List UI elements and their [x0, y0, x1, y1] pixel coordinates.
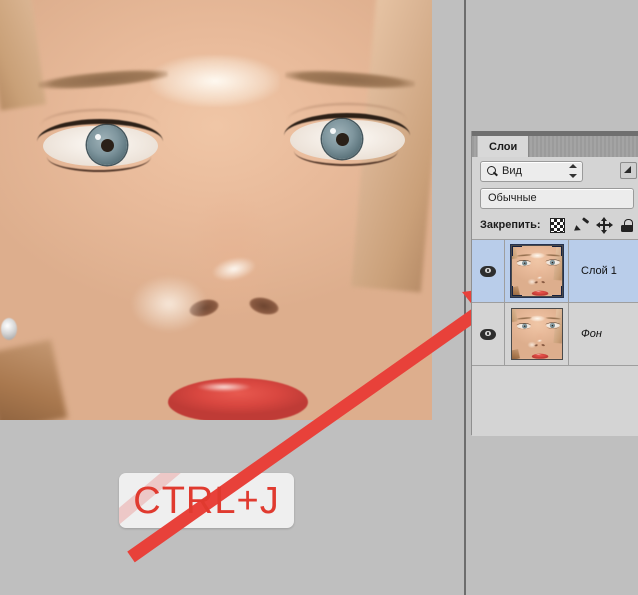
workspace-divider — [464, 0, 466, 595]
lip-highlight — [196, 382, 252, 392]
eye-left — [35, 109, 165, 174]
layer-name: Фон — [581, 328, 602, 340]
shortcut-callout-label: CTRL+J — [119, 473, 294, 528]
image-pixels-brush-icon[interactable] — [575, 219, 588, 232]
layers-panel: Слои Вид Обычные Закрепить: Слой 1 Фон — [471, 131, 638, 436]
layer-visibility-toggle[interactable] — [472, 240, 505, 302]
lock-icon-group — [549, 216, 634, 234]
panel-collapse-button[interactable] — [620, 162, 637, 179]
panel-tab-bar: Слои — [472, 136, 638, 157]
layers-list: Слой 1 Фон — [472, 239, 638, 436]
forehead-highlight — [150, 55, 280, 107]
eye-icon — [480, 265, 496, 277]
layer-thumbnail-cell[interactable] — [505, 303, 569, 365]
selection-corner — [511, 246, 522, 256]
layer-thumbnail-cell[interactable] — [505, 240, 569, 302]
position-move-icon[interactable] — [595, 216, 613, 234]
layers-panel-body: Вид Обычные Закрепить: Слой 1 Фон — [472, 157, 638, 436]
selection-corner — [551, 246, 562, 256]
blend-mode-row: Обычные — [472, 185, 638, 211]
lock-row: Закрепить: — [472, 212, 638, 238]
layer-visibility-toggle[interactable] — [472, 303, 505, 365]
layer-name: Слой 1 — [581, 265, 617, 277]
updown-stepper-icon[interactable] — [568, 163, 577, 178]
lock-row-label: Закрепить: — [480, 219, 541, 231]
shortcut-text: CTRL+J — [133, 479, 280, 522]
layer-filter-value: Вид — [502, 165, 522, 177]
tab-layers[interactable]: Слои — [477, 136, 530, 157]
eye-icon — [480, 328, 496, 340]
lower-lashes — [294, 148, 398, 166]
selection-corner — [551, 286, 562, 296]
cheek-highlight — [130, 275, 208, 333]
layer-thumbnail[interactable] — [510, 308, 563, 360]
layer-row[interactable]: Слой 1 — [472, 240, 638, 303]
layer-filter-select[interactable]: Вид — [480, 160, 583, 182]
transparent-pixels-icon[interactable] — [549, 217, 565, 233]
earring — [1, 318, 17, 340]
photo-canvas[interactable] — [0, 0, 432, 420]
selection-corner — [511, 286, 522, 296]
blend-mode-value: Обычные — [488, 192, 537, 204]
lower-lashes — [47, 154, 151, 172]
magnifier-icon — [485, 164, 499, 178]
lock-all-icon[interactable] — [621, 218, 634, 232]
eye-right — [282, 103, 412, 168]
layer-filter-row: Вид — [472, 157, 638, 185]
blend-mode-select[interactable]: Обычные — [480, 187, 634, 209]
layer-thumbnail[interactable] — [510, 245, 563, 297]
layer-row[interactable]: Фон — [472, 303, 638, 366]
